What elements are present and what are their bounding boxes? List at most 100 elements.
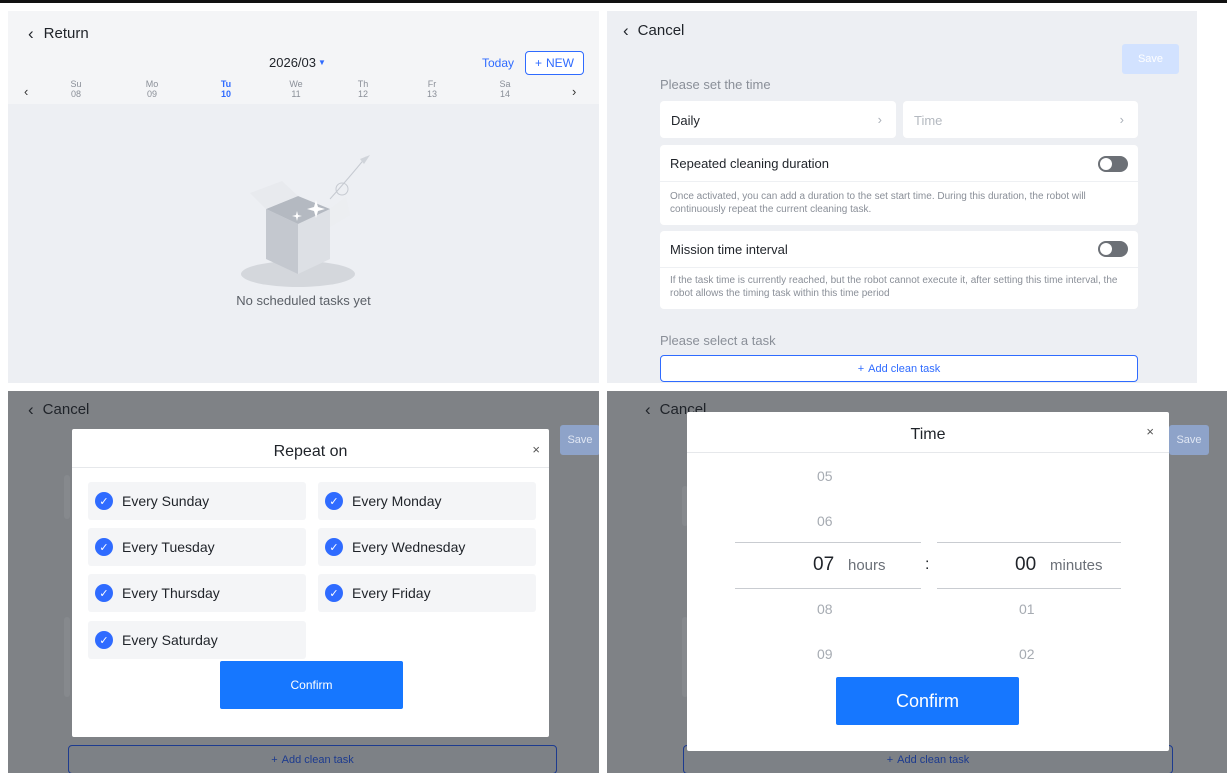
repeat-value: Daily bbox=[671, 113, 700, 128]
mission-interval-title: Mission time interval bbox=[670, 242, 788, 257]
option-every-monday[interactable]: ✓ Every Monday bbox=[318, 482, 536, 520]
month-label: 2026/03 bbox=[269, 55, 316, 70]
return-button[interactable]: ‹ Return bbox=[28, 25, 89, 42]
background-card bbox=[64, 475, 70, 519]
close-icon[interactable]: × bbox=[532, 442, 540, 457]
plus-icon: + bbox=[271, 753, 278, 766]
save-button[interactable]: Save bbox=[1169, 425, 1209, 455]
repeated-duration-title: Repeated cleaning duration bbox=[670, 156, 830, 171]
day-wednesday[interactable]: We 11 bbox=[281, 79, 311, 99]
minute-option[interactable]: 02 bbox=[1019, 646, 1035, 662]
check-circle-icon: ✓ bbox=[95, 538, 113, 556]
add-task-label: Add clean task bbox=[281, 753, 354, 766]
mission-interval-toggle[interactable] bbox=[1098, 241, 1128, 257]
add-clean-task-button[interactable]: + Add clean task bbox=[660, 355, 1138, 382]
chevron-left-icon: ‹ bbox=[623, 21, 629, 40]
time-picker-screen: ‹ Cancel Save + Add clean task Time × 05… bbox=[607, 391, 1227, 773]
time-separator: : bbox=[925, 556, 930, 573]
day-sunday[interactable]: Su 08 bbox=[61, 79, 91, 99]
chevron-left-icon: ‹ bbox=[28, 24, 34, 43]
repeat-on-screen: ‹ Cancel Save + Add clean task Repeat on… bbox=[8, 391, 599, 773]
select-task-label: Please select a task bbox=[660, 333, 776, 348]
cancel-button[interactable]: ‹ Cancel bbox=[623, 22, 684, 39]
day-tuesday[interactable]: Tu 10 bbox=[211, 79, 241, 99]
chevron-right-icon: › bbox=[1119, 112, 1124, 127]
time-placeholder: Time bbox=[914, 113, 943, 128]
divider bbox=[687, 452, 1169, 453]
hour-option[interactable]: 05 bbox=[817, 468, 833, 484]
selected-minute[interactable]: 00 bbox=[1015, 554, 1036, 576]
divider bbox=[660, 267, 1138, 268]
repeat-on-dialog: Repeat on × ✓ Every Sunday ✓ Every Monda… bbox=[72, 429, 549, 737]
divider bbox=[660, 181, 1138, 182]
plus-icon: + bbox=[857, 362, 865, 375]
month-selector[interactable]: 2026/03 ▼ bbox=[269, 55, 326, 70]
repeated-duration-toggle[interactable] bbox=[1098, 156, 1128, 172]
new-label: NEW bbox=[546, 56, 574, 70]
hour-option[interactable]: 06 bbox=[817, 513, 833, 529]
hour-wheel-bottom-line bbox=[735, 588, 921, 589]
background-card bbox=[64, 617, 70, 697]
time-dialog: Time × 05 06 07 hours : 00 minutes 08 09… bbox=[687, 412, 1169, 751]
check-circle-icon: ✓ bbox=[95, 492, 113, 510]
confirm-button[interactable]: Confirm bbox=[220, 661, 403, 709]
hour-option[interactable]: 08 bbox=[817, 601, 833, 617]
add-clean-task-button[interactable]: + Add clean task bbox=[68, 745, 557, 773]
day-monday[interactable]: Mo 09 bbox=[137, 79, 167, 99]
minute-wheel-top-line bbox=[937, 542, 1121, 543]
day-thursday[interactable]: Th 12 bbox=[348, 79, 378, 99]
add-task-label: Add clean task bbox=[897, 753, 970, 766]
day-friday[interactable]: Fr 13 bbox=[417, 79, 447, 99]
hour-option[interactable]: 09 bbox=[817, 646, 833, 662]
empty-box-icon bbox=[241, 155, 370, 287]
save-button[interactable]: Save bbox=[1122, 44, 1179, 74]
empty-state-text: No scheduled tasks yet bbox=[236, 293, 371, 308]
new-button[interactable]: + NEW bbox=[525, 51, 584, 75]
option-every-saturday[interactable]: ✓ Every Saturday bbox=[88, 621, 306, 659]
return-label: Return bbox=[43, 25, 89, 42]
minutes-unit: minutes bbox=[1050, 557, 1103, 574]
time-selector[interactable]: Time › bbox=[903, 101, 1138, 138]
chevron-left-icon: ‹ bbox=[645, 400, 651, 419]
minute-wheel-bottom-line bbox=[937, 588, 1121, 589]
next-week-icon[interactable]: › bbox=[572, 84, 576, 99]
week-strip: ‹ Su 08 Mo 09 Tu 10 We 11 Th 12 Fr 13 Sa 14 › bbox=[20, 79, 590, 103]
check-circle-icon: ✓ bbox=[325, 492, 343, 510]
mission-interval-desc: If the task time is currently reached, b… bbox=[670, 275, 1118, 299]
check-circle-icon: ✓ bbox=[325, 584, 343, 602]
option-every-friday[interactable]: ✓ Every Friday bbox=[318, 574, 536, 612]
check-circle-icon: ✓ bbox=[325, 538, 343, 556]
plus-icon: + bbox=[886, 753, 894, 766]
chevron-left-icon: ‹ bbox=[28, 400, 34, 419]
cancel-button[interactable]: ‹ Cancel bbox=[28, 401, 89, 418]
top-border bbox=[0, 0, 1227, 3]
minute-option[interactable]: 01 bbox=[1019, 601, 1035, 617]
repeat-selector[interactable]: Daily › bbox=[660, 101, 896, 138]
chevron-right-icon: › bbox=[877, 112, 882, 127]
day-saturday[interactable]: Sa 14 bbox=[490, 79, 520, 99]
check-circle-icon: ✓ bbox=[95, 584, 113, 602]
selected-hour[interactable]: 07 bbox=[813, 554, 834, 576]
save-button[interactable]: Save bbox=[560, 425, 599, 455]
option-every-tuesday[interactable]: ✓ Every Tuesday bbox=[88, 528, 306, 566]
hour-wheel-top-line bbox=[735, 542, 921, 543]
add-task-label: Add clean task bbox=[868, 362, 941, 375]
schedule-settings-screen: ‹ Cancel Save Please set the time Daily … bbox=[607, 11, 1197, 383]
confirm-button[interactable]: Confirm bbox=[836, 677, 1019, 725]
option-every-wednesday[interactable]: ✓ Every Wednesday bbox=[318, 528, 536, 566]
cancel-label: Cancel bbox=[637, 22, 685, 39]
close-icon[interactable]: × bbox=[1146, 424, 1154, 439]
set-time-label: Please set the time bbox=[660, 77, 771, 92]
repeated-duration-desc: Once activated, you can add a duration t… bbox=[670, 191, 1086, 215]
hours-unit: hours bbox=[848, 557, 886, 574]
plus-icon: + bbox=[534, 56, 542, 70]
dialog-title: Repeat on bbox=[273, 443, 348, 460]
option-every-sunday[interactable]: ✓ Every Sunday bbox=[88, 482, 306, 520]
check-circle-icon: ✓ bbox=[95, 631, 113, 649]
today-button[interactable]: Today bbox=[482, 56, 514, 70]
repeated-duration-card: Repeated cleaning duration Once activate… bbox=[660, 145, 1138, 225]
option-every-thursday[interactable]: ✓ Every Thursday bbox=[88, 574, 306, 612]
mission-interval-card: Mission time interval If the task time i… bbox=[660, 231, 1138, 309]
prev-week-icon[interactable]: ‹ bbox=[24, 84, 28, 99]
dialog-title: Time bbox=[910, 426, 946, 443]
